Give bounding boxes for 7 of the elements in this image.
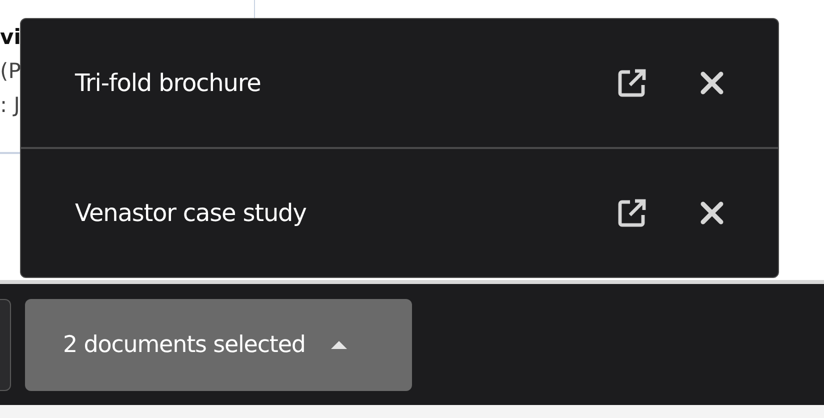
card-text: vi	[0, 24, 21, 50]
document-title: Tri-fold brochure	[75, 69, 262, 97]
caret-up-icon	[331, 340, 348, 348]
document-title: Venastor case study	[75, 199, 308, 227]
card-text: : J	[0, 92, 20, 118]
card-text: (P	[0, 58, 21, 84]
selection-dropdown-button[interactable]: 2 documents selected	[25, 298, 412, 390]
